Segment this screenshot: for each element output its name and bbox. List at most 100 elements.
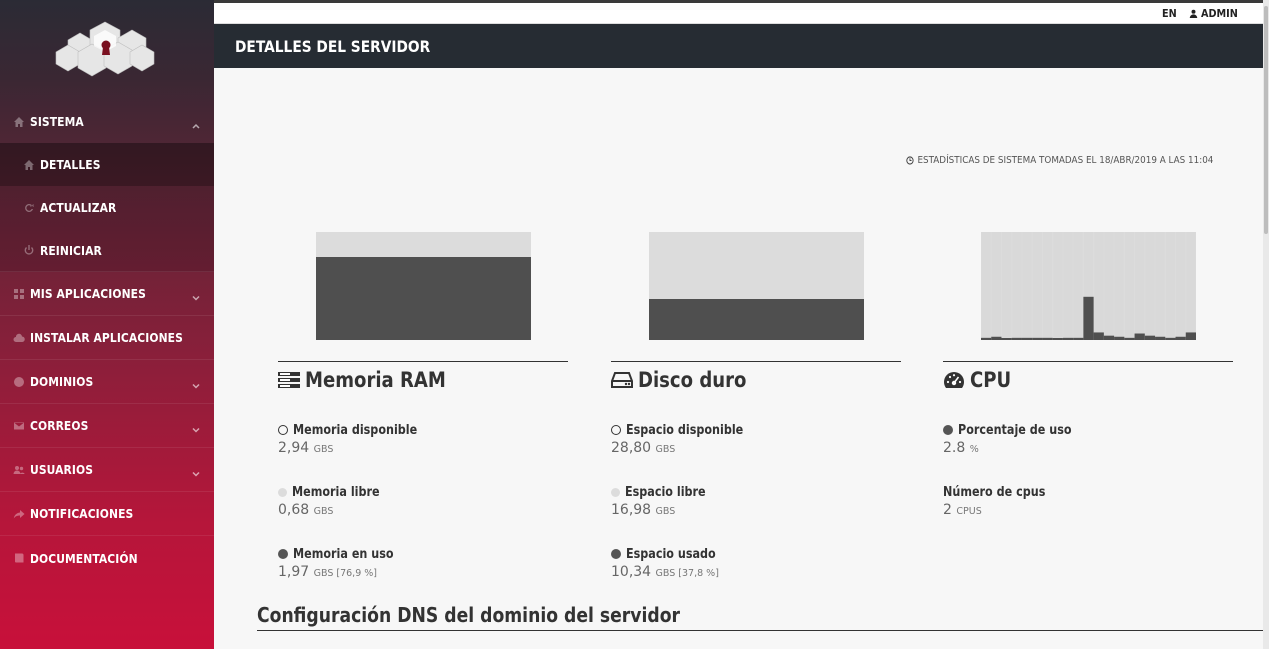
metric-unit: GBS — [655, 444, 676, 455]
cpu-history-slot — [1155, 232, 1165, 340]
sidebar-item-actualizar[interactable]: ACTUALIZAR — [0, 186, 214, 229]
cpu-history-bar — [1042, 337, 1053, 340]
cpu-history-bar — [981, 337, 992, 340]
cpu-history-slot — [1145, 232, 1155, 340]
legend-dot-light — [278, 487, 287, 497]
cpu-history-slot — [981, 232, 991, 340]
sidebar-item-documentacion[interactable]: DOCUMENTACIÓN — [0, 536, 214, 580]
cpu-history-chart — [981, 232, 1196, 340]
cpu-history-bar — [1032, 337, 1043, 340]
cpu-history-slot — [1135, 232, 1145, 340]
sidebar-item-notificaciones[interactable]: NOTIFICACIONES — [0, 492, 214, 536]
clock-icon — [906, 156, 914, 165]
metric-unit: GBS [76,9 %] — [313, 568, 377, 579]
chevron-down-icon — [192, 290, 200, 301]
sidebar-item-label: CORREOS — [30, 418, 89, 433]
user-menu[interactable]: ADMIN — [1201, 7, 1238, 20]
language-switch[interactable]: EN — [1162, 7, 1177, 20]
cpu-title: CPU — [970, 368, 1012, 392]
metric-value: 28,80 — [611, 440, 652, 456]
cpu-history-slot — [1104, 232, 1114, 340]
page-title: DETALLES DEL SERVIDOR — [235, 37, 431, 56]
share-icon — [12, 507, 25, 520]
disk-usage-chart — [649, 232, 864, 340]
cpu-history-bar — [1052, 338, 1063, 340]
sidebar-item-label: DETALLES — [40, 157, 101, 172]
scrollbar-thumb[interactable] — [1264, 6, 1268, 234]
metric-value: 1,97 — [278, 564, 310, 580]
metric-label: Número de cpus — [943, 484, 1046, 500]
chevron-down-icon — [192, 466, 200, 477]
cpu-history-slot — [1094, 232, 1104, 340]
cpu-history-bar — [1021, 337, 1033, 340]
ram-panel-title: Memoria RAM — [278, 368, 568, 392]
cpu-history-bar — [1001, 338, 1012, 340]
server-icon — [278, 372, 300, 388]
cpu-history-slot — [1186, 232, 1196, 340]
sidebar-item-usuarios[interactable]: USUARIOS — [0, 448, 214, 492]
sidebar-item-mis-aplicaciones[interactable]: MIS APLICACIONES — [0, 272, 214, 316]
dns-section-title: Configuración DNS del dominio del servid… — [257, 603, 680, 627]
cpu-history-bar — [991, 336, 1002, 340]
cpu-history-slot — [1012, 232, 1022, 340]
topbar: EN ADMIN — [214, 0, 1263, 24]
page-header: DETALLES DEL SERVIDOR — [214, 24, 1263, 68]
metric-unit: GBS — [313, 506, 334, 517]
cpu-history-bar — [1011, 337, 1022, 340]
main-content: ESTADÍSTICAS DE SISTEMA TOMADAS EL 18/AB… — [214, 68, 1263, 649]
metric-label: Espacio usado — [626, 546, 716, 562]
ram-available-metric: Memoria disponible 2,94 GBS — [278, 422, 568, 484]
cpu-history-slot — [1063, 232, 1073, 340]
cpu-history-bar — [1103, 335, 1115, 340]
cpu-history-bar — [1165, 337, 1176, 340]
sidebar-item-sistema[interactable]: SISTEMA — [0, 100, 214, 143]
cpu-history-slot — [1114, 232, 1124, 340]
sidebar-item-label: USUARIOS — [30, 462, 94, 477]
legend-dot-outline — [278, 425, 288, 435]
metric-value: 2 — [943, 502, 952, 518]
legend-dot-light — [611, 487, 620, 497]
ram-panel: Memoria RAM Memoria disponible 2,94 GBS … — [278, 232, 568, 608]
ram-used-bar — [316, 256, 531, 340]
user-icon — [1189, 9, 1198, 18]
cpu-history-bar — [1062, 337, 1074, 340]
cpu-usage-metric: Porcentaje de uso 2.8 % — [943, 422, 1233, 484]
grid-icon — [12, 287, 25, 300]
disk-used-bar — [649, 299, 864, 340]
cpu-panel: CPU Porcentaje de uso 2.8 % Número de cp… — [943, 232, 1233, 546]
sidebar-item-label: DOMINIOS — [30, 374, 94, 389]
sidebar-item-label: ACTUALIZAR — [40, 200, 117, 215]
cpu-history-bar — [1114, 336, 1125, 340]
cloud-lock-logo[interactable] — [50, 18, 160, 80]
cpu-history-slot — [1176, 232, 1186, 340]
sidebar-item-instalar-aplicaciones[interactable]: INSTALAR APLICACIONES — [0, 316, 214, 360]
metric-label: Memoria libre — [292, 484, 380, 500]
disk-free-metric: Espacio libre 16,98 GBS — [611, 484, 901, 546]
cpu-history-slot — [1073, 232, 1083, 340]
cpu-history-bar — [1083, 296, 1094, 340]
sidebar-item-label: DOCUMENTACIÓN — [30, 550, 138, 566]
cpu-history-bar — [1124, 337, 1135, 340]
cpu-history-slot — [1053, 232, 1063, 340]
refresh-icon — [22, 201, 35, 214]
cpu-count-metric: Número de cpus 2 CPUS — [943, 484, 1233, 546]
metric-label: Memoria disponible — [293, 422, 418, 438]
sidebar-item-label: NOTIFICACIONES — [30, 506, 134, 521]
sidebar-item-detalles[interactable]: DETALLES — [0, 143, 214, 186]
legend-dot-dark — [943, 425, 953, 435]
sidebar-item-reiniciar[interactable]: REINICIAR — [0, 229, 214, 272]
stats-timestamp-text: ESTADÍSTICAS DE SISTEMA TOMADAS EL 18/AB… — [917, 155, 1214, 166]
sidebar-item-dominios[interactable]: DOMINIOS — [0, 360, 214, 404]
metric-value: 0,68 — [278, 502, 310, 518]
cpu-history-bars — [981, 232, 1196, 340]
metric-label: Porcentaje de uso — [958, 422, 1072, 438]
home-icon — [22, 158, 35, 171]
home-icon — [12, 115, 25, 128]
sidebar-item-label: INSTALAR APLICACIONES — [30, 330, 183, 345]
sidebar-item-correos[interactable]: CORREOS — [0, 404, 214, 448]
cpu-history-bar — [1093, 332, 1104, 340]
topbar-right: EN ADMIN — [1162, 7, 1243, 20]
hdd-icon — [611, 372, 633, 388]
cpu-history-slot — [1001, 232, 1012, 340]
disk-title: Disco duro — [638, 368, 747, 392]
